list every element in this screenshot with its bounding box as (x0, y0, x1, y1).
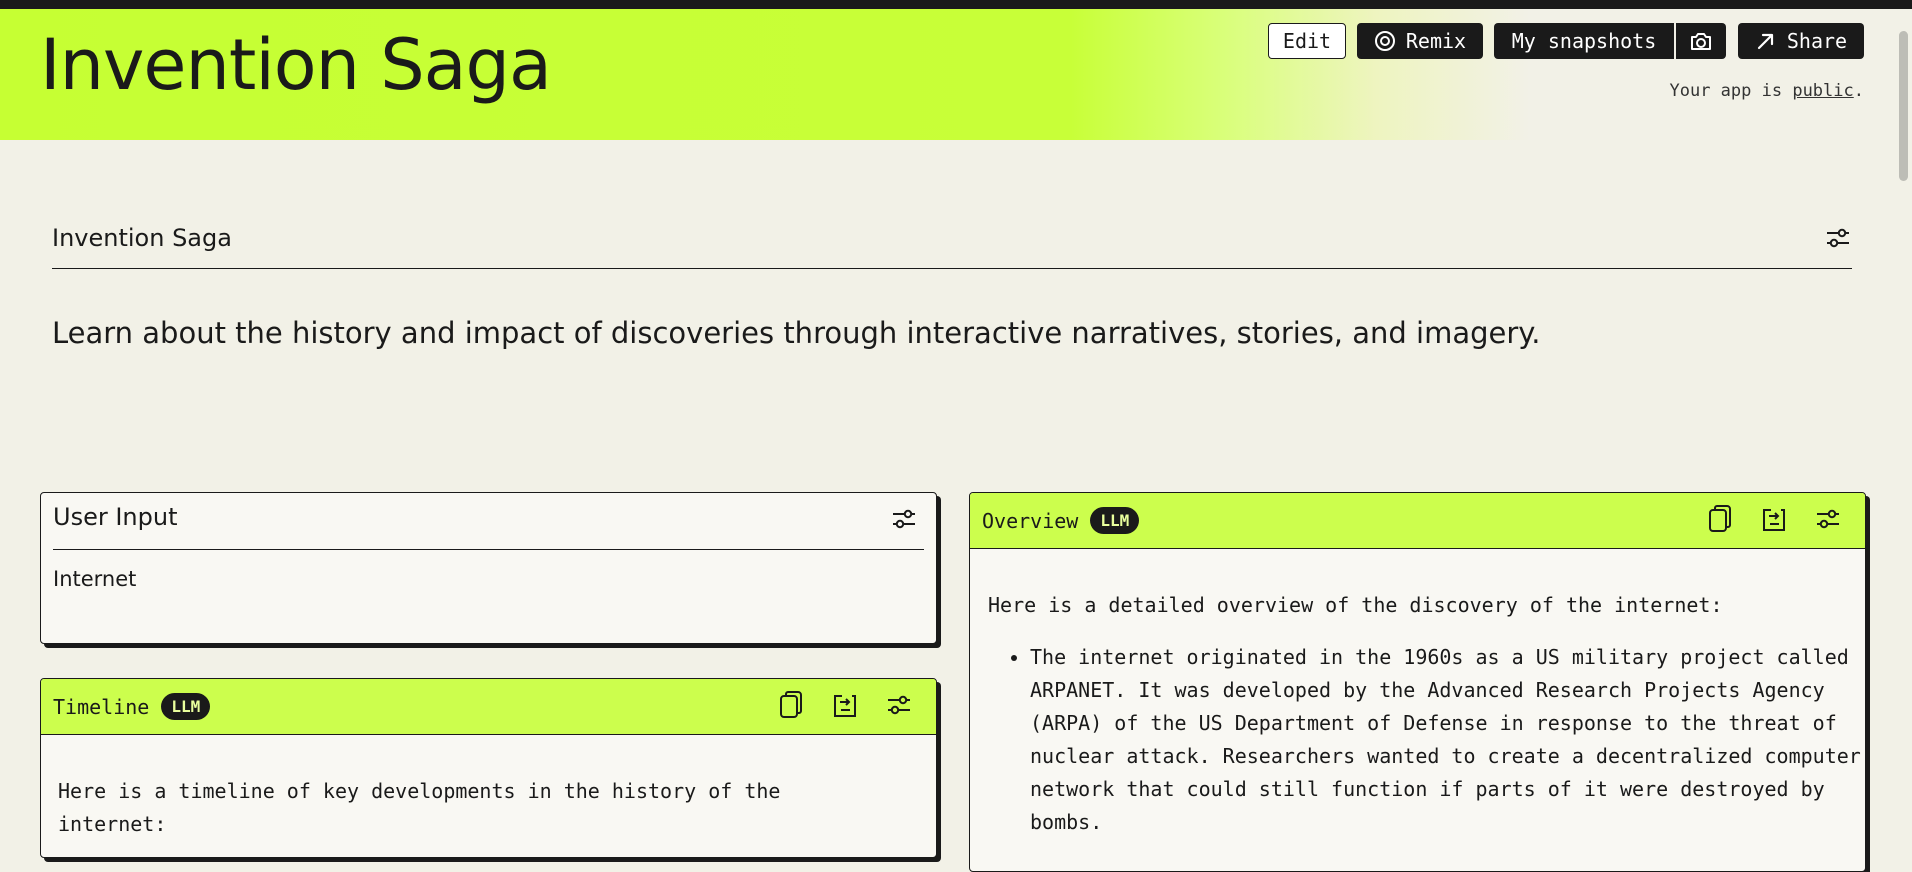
timeline-text: Here is a timeline of key developments i… (58, 779, 781, 836)
overview-intro: Here is a detailed overview of the disco… (988, 593, 1723, 617)
public-link[interactable]: public (1792, 81, 1853, 101)
scrollbar-thumb[interactable] (1899, 31, 1908, 181)
user-input-settings-button[interactable] (890, 507, 918, 535)
user-input-field[interactable]: Internet (53, 567, 136, 591)
app-header: Invention Saga Edit Remix My snapshots S… (0, 9, 1912, 140)
llm-badge: LLM (161, 693, 211, 720)
settings-sliders-icon (891, 508, 917, 534)
remix-icon (1374, 30, 1396, 52)
remix-button[interactable]: Remix (1357, 23, 1483, 59)
visibility-prefix: Your app is (1669, 81, 1793, 101)
settings-sliders-icon (1815, 508, 1841, 534)
timeline-copy-button[interactable] (777, 691, 805, 723)
camera-icon (1689, 30, 1713, 52)
app-title: Invention Saga (40, 24, 552, 106)
section-header: Invention Saga (52, 220, 1852, 269)
copy-icon (1707, 505, 1733, 537)
top-border (0, 0, 1912, 9)
timeline-title: Timeline (53, 694, 150, 719)
settings-sliders-icon (886, 694, 912, 720)
my-snapshots-button[interactable]: My snapshots (1494, 23, 1674, 59)
llm-badge: LLM (1090, 507, 1140, 534)
settings-sliders-icon (1825, 227, 1851, 253)
timeline-export-button[interactable] (831, 693, 859, 721)
section-settings-button[interactable] (1824, 226, 1852, 254)
section-description: Learn about the history and impact of di… (52, 316, 1541, 350)
overview-card: Overview LLM Here is a detailed overview… (969, 492, 1866, 872)
my-snapshots-label: My snapshots (1511, 29, 1657, 53)
visibility-suffix: . (1853, 81, 1864, 101)
user-input-title: User Input (53, 503, 178, 531)
page-scrollbar[interactable] (1894, 9, 1912, 820)
edit-button[interactable]: Edit (1268, 23, 1346, 59)
export-icon (1760, 505, 1788, 537)
visibility-note: Your app is public. (1670, 81, 1865, 101)
overview-copy-button[interactable] (1706, 505, 1734, 537)
copy-icon (778, 691, 804, 723)
overview-bullet-list: The internet originated in the 1960s as … (970, 641, 1865, 839)
share-button[interactable]: Share (1738, 23, 1864, 59)
user-input-card: User Input Internet (40, 492, 937, 644)
export-icon (831, 691, 859, 723)
overview-title: Overview (982, 508, 1079, 533)
timeline-card: Timeline LLM Here is a timeline of key d… (40, 678, 937, 858)
overview-settings-button[interactable] (1814, 507, 1842, 535)
edit-button-label: Edit (1282, 29, 1332, 53)
remix-button-label: Remix (1405, 29, 1467, 53)
section-title: Invention Saga (52, 224, 232, 252)
list-item: The internet originated in the 1960s as … (1030, 641, 1865, 839)
share-button-label: Share (1786, 29, 1848, 53)
overview-export-button[interactable] (1760, 507, 1788, 535)
user-input-divider (53, 549, 924, 550)
timeline-settings-button[interactable] (885, 693, 913, 721)
share-arrow-icon (1755, 30, 1777, 52)
snapshot-camera-button[interactable] (1676, 23, 1726, 59)
